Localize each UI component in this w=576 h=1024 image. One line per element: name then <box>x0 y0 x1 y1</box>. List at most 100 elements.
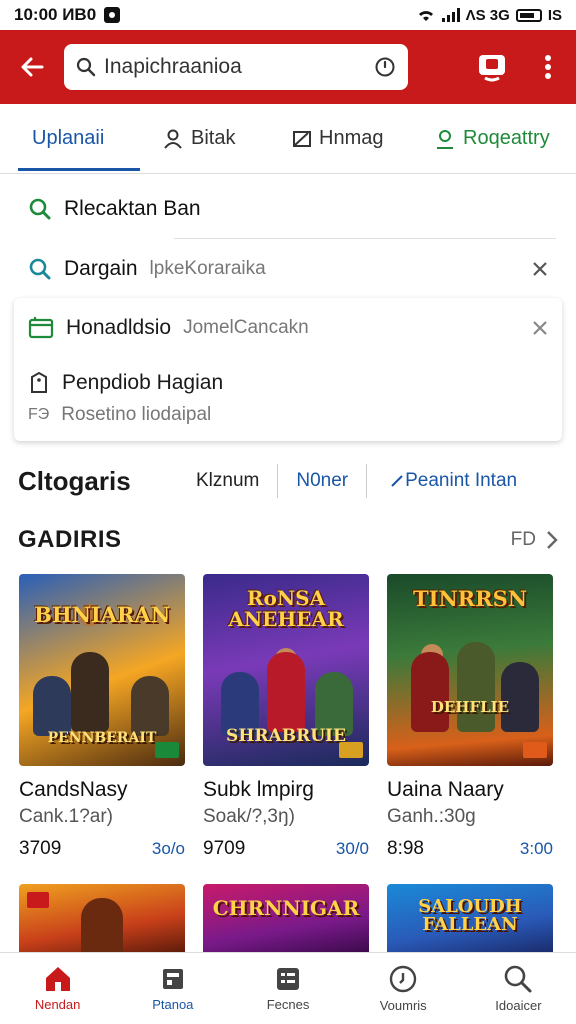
home-icon <box>45 967 70 991</box>
recent-item[interactable]: Honadldsio JomelCancakn <box>14 310 562 346</box>
suggestion-subtext: lpkeKoraraika <box>149 258 266 279</box>
character-shape <box>71 652 109 732</box>
rating-badge-icon <box>523 742 547 758</box>
character-shape <box>267 652 305 732</box>
tab-label: Roqeattry <box>463 127 550 149</box>
game-title: CandsNasy <box>19 778 128 801</box>
bottom-navigation: Nendan Ptanoa Fecnes Voumris Idoaicer <box>0 952 576 1024</box>
game-count: 8:98 <box>387 838 424 859</box>
search-box[interactable]: Inapichraanioa <box>64 44 408 90</box>
game-cover-image: RoNSA ANEHEAR SHRABRUIE <box>203 574 369 766</box>
game-title: Subk lmpirg <box>203 778 314 801</box>
game-cover-image[interactable] <box>19 884 185 954</box>
chevron-right-icon <box>547 531 558 549</box>
tab-bitak[interactable]: Bitak <box>140 104 272 174</box>
game-logo: RoNSA ANEHEAR <box>228 586 344 631</box>
status-time: 10:00 ИB0 <box>14 5 97 24</box>
game-card[interactable]: BHNIARAN PENNBERAIT CandsNasy Cank.1?ar)… <box>19 574 185 860</box>
person-icon <box>164 129 182 149</box>
tag-icon <box>31 371 47 393</box>
tab-hnmag[interactable]: Hnmag <box>272 104 418 174</box>
category-chip[interactable]: Klznum <box>190 470 277 492</box>
category-chip[interactable]: N0ner <box>278 470 366 492</box>
more-options-button[interactable] <box>520 30 576 104</box>
voice-search-icon[interactable] <box>374 56 396 78</box>
game-cover-image[interactable]: CHRNNIGAR <box>203 884 369 954</box>
filter-tabs: Uplanaii Bitak Hnmag Roqeattry <box>0 104 576 174</box>
character-shape <box>501 662 539 732</box>
game-rating: 3:00 <box>519 839 553 858</box>
search-icon <box>29 258 51 280</box>
suggestion-item[interactable]: Dargain lpkeKoraraika <box>0 240 576 298</box>
search-icon <box>505 965 532 993</box>
game-count: 9709 <box>203 838 246 859</box>
categories-title: Cltogaris <box>18 465 131 496</box>
arrow-left-icon <box>21 57 44 77</box>
search-icon <box>29 198 51 220</box>
game-cover-image[interactable]: SALOUDH FALLEAN <box>387 884 553 954</box>
game-cover-image: BHNIARAN PENNBERAIT <box>19 574 185 766</box>
rating-badge-icon <box>155 742 179 758</box>
tab-label: Uplanaii <box>32 127 105 149</box>
suggestion-text: Dargain <box>64 257 138 280</box>
game-card[interactable]: TINRRSN DEHFLIE Uaina Naary Ganh.:30g 8:… <box>387 574 553 860</box>
divider <box>174 238 556 239</box>
game-rating: 30/0 <box>335 839 369 858</box>
edit-icon <box>391 475 403 487</box>
recent-subtext: JomelCancakn <box>183 317 309 338</box>
list-icon <box>277 968 299 990</box>
recent-item[interactable]: Penpdiob Hagian <box>14 366 562 400</box>
tab-roqeattry[interactable]: Roqeattry <box>418 104 576 174</box>
nav-item-list[interactable]: Fecnes <box>230 953 345 1024</box>
nav-item-library[interactable]: Ptanoa <box>115 953 230 1024</box>
nav-item-search[interactable]: Idoaicer <box>461 953 576 1024</box>
account-badge-icon <box>479 55 505 82</box>
game-rating: 3o/o <box>151 839 185 858</box>
nav-label: Idoaicer <box>495 998 542 1013</box>
game-card[interactable]: RoNSA ANEHEAR SHRABRUIE Subk lmpirg Soak… <box>203 574 369 860</box>
see-more-label: FD <box>510 529 536 550</box>
close-icon[interactable] <box>532 320 548 336</box>
person-green-icon <box>437 129 453 149</box>
app-bar: Inapichraanioa <box>0 30 576 104</box>
close-icon[interactable] <box>532 261 548 277</box>
battery-icon <box>515 8 542 22</box>
game-cover-image: TINRRSN DEHFLIE <box>387 574 553 766</box>
see-more-button[interactable]: FD <box>511 529 558 551</box>
nav-label: Voumris <box>379 998 427 1013</box>
category-chip[interactable]: Peanint Intan <box>403 470 535 492</box>
character-shape <box>411 652 449 732</box>
status-bar: 10:00 ИB0 ΛS 3G IS <box>0 0 576 30</box>
game-subtitle-art: DEHFLIE <box>430 698 510 716</box>
tab-uplanaii[interactable]: Uplanaii <box>0 104 140 174</box>
clock-icon <box>390 965 417 993</box>
nav-label: Ptanoa <box>152 997 194 1012</box>
game-title: Uaina Naary <box>387 778 504 801</box>
game-badge-icon <box>27 892 49 908</box>
suggestion-item[interactable]: Rlecaktan Ban <box>0 180 576 238</box>
nav-item-activity[interactable]: Voumris <box>346 953 461 1024</box>
tab-label: Hnmag <box>319 127 384 149</box>
folder-icon <box>28 317 54 339</box>
signal-icon <box>441 8 460 22</box>
network-text: ΛS 3G <box>465 6 510 24</box>
game-logo: BHNIARAN <box>34 602 170 627</box>
more-vertical-icon <box>545 55 551 79</box>
game-logo: SALOUDH FALLEAN <box>418 896 522 935</box>
game-subtitle: Soak/?,3ŋ) <box>203 806 295 827</box>
recent-prefix: FЭ <box>28 406 50 423</box>
nav-item-home[interactable]: Nendan <box>0 953 115 1024</box>
character-shape <box>131 676 169 736</box>
profile-button[interactable] <box>464 30 520 104</box>
recent-text: Rosetino liodaipal <box>61 404 212 425</box>
notification-icon <box>104 7 121 23</box>
back-button[interactable] <box>0 30 64 104</box>
section-title: GADIRIS <box>18 526 122 553</box>
recent-searches-card: Honadldsio JomelCancakn Penpdiob Hagian … <box>14 298 562 441</box>
recent-text: Honadldsio <box>66 316 172 339</box>
search-input[interactable]: Inapichraanioa <box>104 55 366 79</box>
game-subtitle: Cank.1?ar) <box>19 806 113 827</box>
recent-item[interactable]: FЭ Rosetino liodaipal <box>14 400 562 430</box>
wifi-icon <box>418 11 433 21</box>
game-logo: TINRRSN <box>413 586 527 611</box>
